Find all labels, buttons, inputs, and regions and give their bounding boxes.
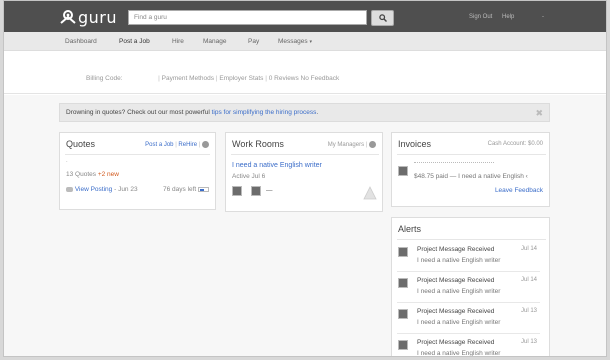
work-rooms-title: Work Rooms: [232, 139, 284, 149]
progress-bar: [198, 186, 210, 192]
posting-date: - Jun 23: [114, 186, 138, 193]
alert-item[interactable]: Project Message Received I need a native…: [397, 334, 540, 357]
work-room-active: Active Jul 6: [232, 173, 266, 180]
quotes-count: 13 Quotes +2 new: [66, 171, 119, 178]
alert-title: Project Message Received: [417, 277, 495, 284]
alert-body: I need a native English writer: [417, 288, 501, 295]
banner-text: Drowning in quotes? Check out our most p…: [66, 109, 212, 116]
gear-icon[interactable]: [369, 141, 376, 148]
divider: [397, 239, 546, 240]
alert-date: Jul 14: [520, 277, 537, 283]
banner-period: .: [316, 109, 319, 116]
account-menu[interactable]: -: [542, 14, 544, 20]
alert-title: Project Message Received: [417, 308, 495, 315]
search-button[interactable]: [371, 10, 394, 26]
search-icon: [378, 14, 387, 22]
main-nav: Dashboard Post a Job Hire Manage Pay Mes…: [4, 32, 606, 51]
leave-feedback-link[interactable]: Leave Feedback: [495, 187, 543, 194]
avatar[interactable]: [398, 166, 408, 176]
billing-code-label: Billing Code:: [86, 75, 123, 82]
divider: [397, 154, 546, 155]
gear-icon[interactable]: [202, 141, 209, 148]
cash-account: Cash Account: $0.00: [487, 141, 543, 147]
close-icon[interactable]: ✖: [535, 108, 543, 119]
days-left: 76 days left: [163, 186, 210, 193]
view-posting-link[interactable]: View Posting: [75, 186, 112, 193]
avatar: [398, 309, 408, 319]
reviews-summary: 0 Reviews No Feedback: [268, 75, 340, 82]
quotes-panel: Quotes Post a Job | ReHire | . 13 Quotes…: [59, 132, 216, 210]
invoice-detail: $48.75 paid — I need a native English ‹: [414, 173, 528, 180]
alert-item[interactable]: Project Message Received I need a native…: [397, 241, 540, 272]
avatar[interactable]: [232, 186, 242, 196]
avatar: [398, 247, 408, 257]
tab-hire[interactable]: Hire: [172, 38, 184, 45]
search-input[interactable]: Find a guru: [128, 10, 367, 25]
tab-manage[interactable]: Manage: [203, 38, 227, 45]
alert-title: Project Message Received: [417, 339, 495, 346]
invoices-title: Invoices: [398, 139, 432, 149]
work-rooms-panel: Work Rooms My Managers | I need a native…: [225, 132, 383, 212]
browser-frame: guru Find a guru Sign Out Help - Dashboa…: [3, 0, 607, 357]
tab-messages[interactable]: Messages ▾: [278, 38, 312, 45]
team-icon: [363, 186, 377, 200]
account-stats: Billing Code: | Payment Methods | Employ…: [86, 75, 340, 82]
avatar: [398, 278, 408, 288]
alerts-panel: Alerts Project Message Received I need a…: [391, 217, 550, 357]
quotes-count-text: 13 Quotes: [66, 171, 96, 178]
avatar[interactable]: [251, 186, 261, 196]
tab-post-a-job[interactable]: Post a Job: [119, 38, 150, 45]
invoices-panel: Invoices Cash Account: $0.00 $48.75 paid…: [391, 132, 550, 207]
alert-body: I need a native English writer: [417, 319, 501, 326]
hiring-tips-link[interactable]: tips for simplifying the hiring process: [212, 109, 317, 116]
quotes-title: Quotes: [66, 139, 96, 149]
comment-icon: [66, 186, 73, 192]
post-a-job-link[interactable]: Post a Job: [145, 142, 173, 148]
quotes-dot: .: [66, 158, 68, 164]
alert-date: Jul 13: [520, 339, 537, 345]
alert-item[interactable]: Project Message Received I need a native…: [397, 272, 540, 303]
alert-body: I need a native English writer: [417, 257, 501, 264]
tab-dashboard[interactable]: Dashboard: [65, 38, 97, 45]
top-header: guru Find a guru Sign Out Help -: [4, 1, 606, 32]
divider: [65, 154, 210, 155]
guru-logo[interactable]: guru: [59, 7, 118, 27]
account-stats-bar: [4, 51, 606, 94]
alerts-title: Alerts: [398, 224, 422, 234]
my-managers-dropdown[interactable]: My Managers: [328, 142, 364, 148]
invoice-freelancer-name[interactable]: [414, 162, 494, 163]
quotes-actions: Post a Job | ReHire |: [145, 141, 209, 148]
chevron-down-icon: ▾: [309, 39, 312, 45]
new-quotes-badge[interactable]: +2 new: [98, 171, 119, 178]
work-room-job-link[interactable]: I need a native English writer: [232, 162, 322, 169]
divider: [231, 154, 379, 155]
tab-messages-label: Messages: [278, 38, 308, 45]
progress-fill: [200, 188, 205, 191]
alert-body: I need a native English writer: [417, 350, 501, 357]
alert-date: Jul 14: [520, 246, 537, 252]
days-left-text: 76 days left: [163, 186, 197, 193]
sign-out-link[interactable]: Sign Out: [469, 14, 492, 20]
employer-stats-link[interactable]: Employer Stats: [219, 75, 263, 82]
view-posting-row: View Posting - Jun 23: [66, 186, 138, 193]
payment-methods-link[interactable]: Payment Methods: [162, 75, 214, 82]
alert-item[interactable]: Project Message Received I need a native…: [397, 303, 540, 334]
logo-wordmark: guru: [78, 7, 118, 27]
guru-logo-icon: [60, 10, 76, 24]
rehire-link[interactable]: ReHire: [178, 142, 197, 148]
help-link[interactable]: Help: [502, 14, 514, 20]
tab-pay[interactable]: Pay: [248, 38, 259, 45]
alert-title: Project Message Received: [417, 246, 495, 253]
work-rooms-actions: My Managers |: [328, 141, 376, 148]
alert-date: Jul 13: [520, 308, 537, 314]
avatar: [398, 340, 408, 350]
tips-banner: Drowning in quotes? Check out our most p…: [59, 103, 550, 122]
member-label: ―: [266, 187, 273, 194]
